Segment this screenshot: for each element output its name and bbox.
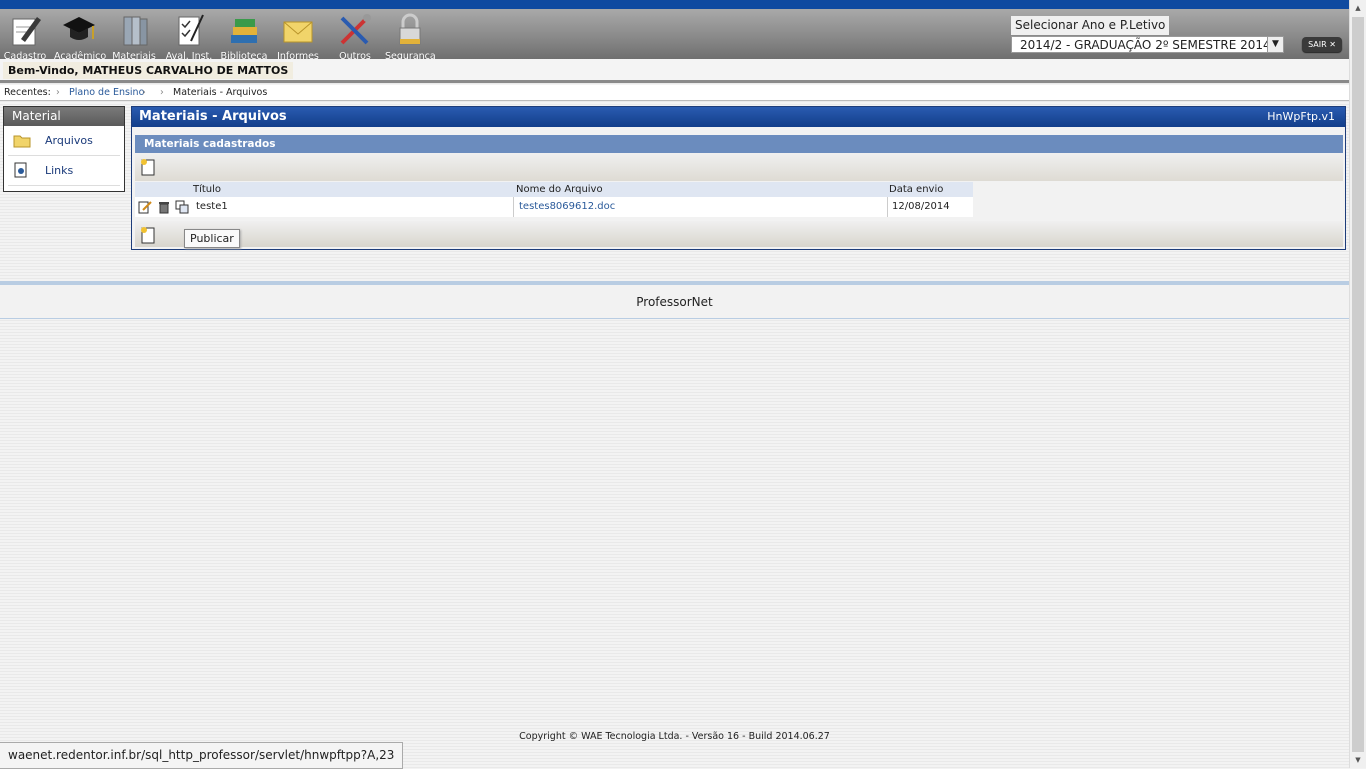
menu-biblioteca[interactable]: Biblioteca (219, 13, 269, 62)
panel-version: HnWpFtp.v1 (1267, 110, 1335, 123)
sidebar-item-links[interactable]: Links (8, 156, 120, 186)
menu-academico[interactable]: Acadêmico (54, 13, 106, 62)
material-sidebar: Material Arquivos Links (3, 106, 125, 192)
library-books-icon (231, 19, 257, 43)
welcome-bar: Bem-Vindo, MATHEUS CARVALHO DE MATTOS (0, 59, 1349, 83)
panel-header: Materiais - Arquivos HnWpFtp.v1 (132, 107, 1345, 127)
period-label: Selecionar Ano e P.Letivo (1011, 16, 1170, 35)
scroll-up-icon[interactable]: ▲ (1350, 0, 1366, 16)
cell-divider (513, 197, 514, 217)
breadcrumb-plano-de-ensino[interactable]: Plano de Ensino (69, 85, 144, 100)
scroll-thumb[interactable] (1352, 17, 1364, 752)
breadcrumb: Recentes: › Plano de Ensino › › Materiai… (0, 85, 1349, 101)
sidebar-item-arquivos[interactable]: Arquivos (8, 126, 120, 156)
cell-data-envio: 12/08/2014 (892, 201, 950, 212)
copyright-text: Copyright © WAE Tecnologia Ltda. - Versã… (519, 731, 830, 742)
menu-seguranca[interactable]: Segurança (385, 13, 436, 62)
breadcrumb-materiais-arquivos[interactable]: Materiais - Arquivos (173, 85, 267, 100)
scroll-down-icon[interactable]: ▼ (1350, 752, 1366, 768)
bottom-toolbar (135, 221, 1343, 247)
section-title: Materiais cadastrados (135, 135, 1343, 153)
period-select[interactable]: 2014/2 - GRADUAÇÃO 2º SEMESTRE 2014 ▼ (1011, 36, 1284, 53)
publish-tooltip: Publicar (184, 229, 240, 248)
envelope-icon (283, 21, 313, 43)
sidebar-item-label: Links (45, 164, 74, 177)
edit-icon[interactable] (138, 200, 152, 214)
padlock-icon (399, 13, 421, 45)
folder-icon (13, 135, 31, 148)
footer-brand: ProfessorNet (0, 285, 1349, 319)
table-row: teste1 testes8069612.doc 12/08/2014 (135, 197, 973, 217)
publish-icon[interactable] (175, 200, 189, 214)
graduation-cap-icon (63, 17, 95, 40)
menu-materiais[interactable]: Materiais (109, 13, 159, 62)
materials-panel: Materiais - Arquivos HnWpFtp.v1 Materiai… (131, 106, 1346, 250)
period-selected-value: 2014/2 - GRADUAÇÃO 2º SEMESTRE 2014 (1020, 38, 1271, 52)
column-header-nome-arquivo[interactable]: Nome do Arquivo (516, 182, 603, 197)
menu-cadastro[interactable]: Cadastro (0, 13, 50, 62)
tools-icon (340, 14, 371, 45)
menu-aval-inst[interactable]: Aval. Inst. (164, 13, 214, 62)
chevron-right-icon: › (56, 87, 60, 98)
vertical-scrollbar[interactable]: ▲ ▼ (1349, 0, 1366, 768)
sidebar-title: Material (4, 107, 124, 126)
logout-button[interactable]: SAIR ✕ (1302, 37, 1342, 52)
menu-informes[interactable]: Informes (273, 13, 323, 62)
cell-nome-arquivo-link[interactable]: testes8069612.doc (519, 197, 615, 217)
welcome-text: Bem-Vindo, MATHEUS CARVALHO DE MATTOS (3, 62, 294, 79)
new-document-icon[interactable] (139, 226, 157, 244)
chevron-right-icon: › (160, 87, 164, 98)
link-icon (14, 162, 27, 178)
period-selector-group: Selecionar Ano e P.Letivo 2014/2 - GRADU… (1011, 16, 1288, 56)
page-title: Materiais - Arquivos (139, 109, 287, 124)
browser-status-url: waenet.redentor.inf.br/sql_http_professo… (0, 742, 404, 769)
files-table: Título Nome do Arquivo Data envio teste1… (135, 182, 973, 217)
column-header-data-envio[interactable]: Data envio (889, 182, 943, 197)
table-header: Título Nome do Arquivo Data envio (135, 182, 973, 197)
column-header-titulo[interactable]: Título (193, 182, 221, 197)
menu-outros[interactable]: Outros (330, 13, 380, 62)
books-icon (123, 16, 148, 46)
breadcrumb-label: Recentes: (4, 87, 51, 98)
cell-titulo: teste1 (196, 201, 228, 212)
top-toolbar (135, 153, 1343, 181)
checklist-icon (178, 14, 204, 46)
trash-icon[interactable] (157, 200, 171, 214)
cell-divider (887, 197, 888, 217)
sidebar-item-label: Arquivos (45, 134, 93, 147)
chevron-down-icon[interactable]: ▼ (1267, 37, 1283, 52)
new-document-icon[interactable] (139, 158, 157, 176)
top-menu-bar: Cadastro Acadêmico Materiais Aval. Inst. (0, 0, 1349, 62)
chevron-right-icon: › (142, 87, 146, 98)
pencil-paper-icon (12, 17, 41, 46)
